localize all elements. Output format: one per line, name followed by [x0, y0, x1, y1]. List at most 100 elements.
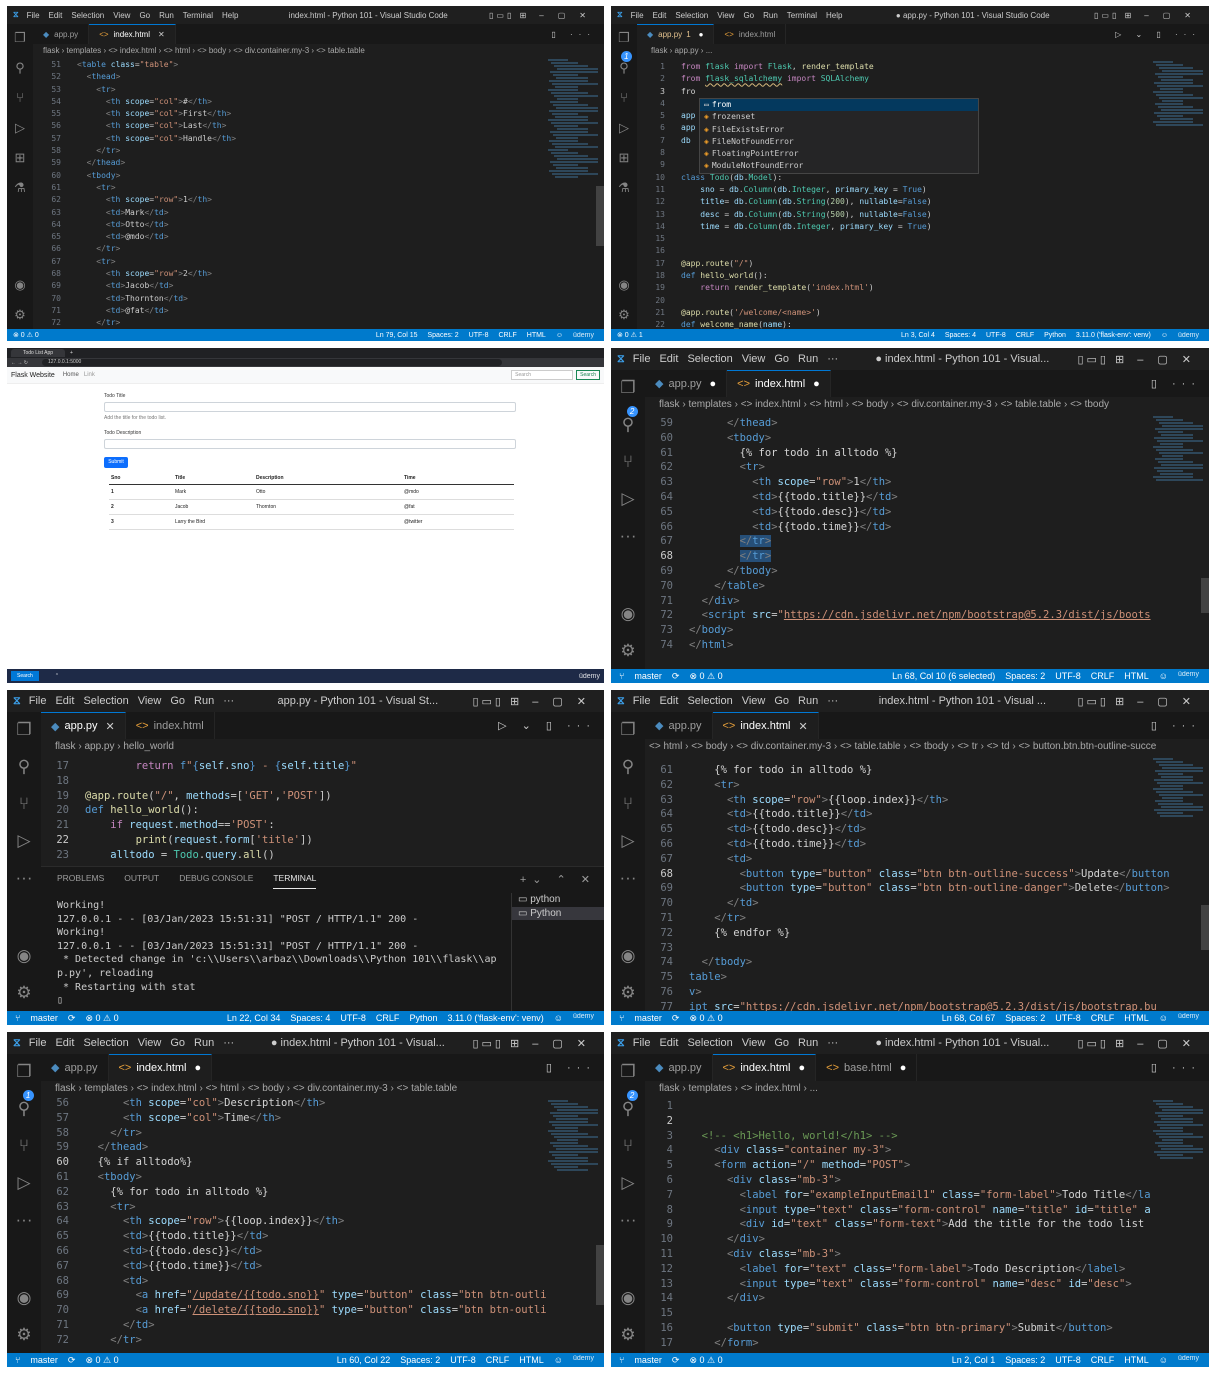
- code-line[interactable]: 2 from flask_sqlalchemy import SQLAlchemy: [637, 73, 1209, 85]
- code-line[interactable]: 8 <input type="text" class="form-control…: [645, 1203, 1209, 1218]
- line-ending[interactable]: CRLF: [498, 332, 516, 339]
- code-editor[interactable]: 61 {% for todo in alltodo %} 62 <tr> 63 <t…: [645, 763, 1209, 1011]
- cursor-position[interactable]: Ln 2, Col 1: [952, 1355, 996, 1365]
- scrollbar[interactable]: [1201, 578, 1209, 613]
- source-control-icon[interactable]: ⑂: [19, 794, 29, 831]
- gear-icon[interactable]: ⚙: [16, 1325, 31, 1345]
- menu-item-edit[interactable]: Edit: [55, 1037, 74, 1049]
- code-line[interactable]: 12 title= db.Column(db.String(200), null…: [637, 196, 1209, 208]
- menu-item-go[interactable]: Go: [170, 1037, 185, 1049]
- code-line[interactable]: 14 </div>: [645, 1291, 1209, 1306]
- code-line[interactable]: 72 {% endfor %}: [645, 926, 1209, 941]
- sync-icon[interactable]: ⟳: [68, 1013, 76, 1024]
- code-line[interactable]: 67 <td>: [645, 852, 1209, 867]
- search-icon[interactable]: ⚲: [15, 60, 25, 90]
- branch-icon[interactable]: ⑂: [619, 1013, 624, 1023]
- search-button[interactable]: Search: [576, 370, 600, 380]
- menu-item-view[interactable]: View: [742, 695, 766, 707]
- code-editor[interactable]: 17 return f"{self.sno} - {self.title}" 18…: [41, 759, 604, 863]
- code-line[interactable]: 13 desc = db.Column(db.String(500), null…: [637, 209, 1209, 221]
- code-line[interactable]: 19 @app.route("/", methods=['GET','POST']…: [41, 789, 604, 804]
- site-brand[interactable]: Flask Website: [11, 372, 55, 379]
- tab-app-py[interactable]: ◆ app.py: [41, 1054, 109, 1081]
- editor-actions[interactable]: ▷ ⌄ ▯ ···: [498, 712, 604, 739]
- gear-icon[interactable]: ⚙: [618, 307, 630, 323]
- source-control-icon[interactable]: ⑂: [623, 1136, 633, 1173]
- menu-more-icon[interactable]: ···: [827, 1037, 838, 1049]
- menu-item-run[interactable]: Run: [194, 695, 214, 707]
- unsaved-dot-icon[interactable]: ●: [195, 1062, 202, 1074]
- cursor-position[interactable]: Ln 68, Col 10 (6 selected): [892, 671, 995, 681]
- submit-button[interactable]: Submit: [104, 457, 128, 468]
- cursor-position[interactable]: Ln 22, Col 34: [227, 1013, 281, 1023]
- run-debug-icon[interactable]: ▷: [621, 489, 634, 526]
- editor-actions[interactable]: ▷ ⌄ ▯ ···: [1115, 24, 1209, 44]
- code-line[interactable]: 63 <tr>: [41, 1200, 604, 1215]
- code-line[interactable]: 68 </tr>: [645, 549, 1209, 564]
- code-line[interactable]: 67 <td>{{todo.time}}</td>: [41, 1259, 604, 1274]
- code-line[interactable]: 55 <th scope="col">First</th>: [33, 108, 604, 120]
- breadcrumb[interactable]: flask › templates › <> index.html › <> h…: [659, 399, 1209, 416]
- encoding[interactable]: UTF-8: [1055, 671, 1081, 681]
- branch-icon[interactable]: ⑂: [619, 1355, 624, 1365]
- chevron-up-icon[interactable]: ⌃: [55, 673, 59, 679]
- extensions-icon[interactable]: ⊞: [619, 150, 630, 180]
- menu-item-edit[interactable]: Edit: [659, 353, 678, 365]
- menu-item-view[interactable]: View: [717, 11, 734, 20]
- account-icon[interactable]: ◉: [621, 604, 636, 641]
- search-icon[interactable]: ⚲: [18, 1099, 30, 1136]
- menu-item-run[interactable]: Run: [194, 1037, 214, 1049]
- code-line[interactable]: 72 <script src="https://cdn.jsdelivr.net…: [645, 608, 1209, 623]
- code-line[interactable]: 5 <form action="/" method="POST">: [645, 1158, 1209, 1173]
- code-line[interactable]: 71 </tr>: [645, 911, 1209, 926]
- browser-tab[interactable]: Todo List App: [11, 349, 66, 357]
- files-icon[interactable]: ❐ 1: [618, 30, 632, 62]
- breadcrumb[interactable]: flask › templates › <> index.html › ...: [659, 1083, 1209, 1100]
- account-icon[interactable]: ◉: [618, 277, 629, 307]
- breadcrumb[interactable]: flask › templates › <> index.html › <> h…: [43, 46, 604, 59]
- indentation[interactable]: Spaces: 2: [1005, 1013, 1045, 1023]
- code-line[interactable]: 53 <tr>: [33, 84, 604, 96]
- tab-index-html[interactable]: <> index.html ●: [108, 1054, 213, 1081]
- minimap[interactable]: [548, 59, 598, 179]
- close-icon[interactable]: ✕: [158, 30, 165, 39]
- code-line[interactable]: 17 </form>: [645, 1336, 1209, 1351]
- code-line[interactable]: 67 </tr>: [645, 534, 1209, 549]
- problems-count[interactable]: ⊗ 0 ⚠ 0: [85, 1355, 118, 1366]
- tab-app-py[interactable]: ◆ app.py ✕: [41, 712, 126, 739]
- menu-item-go[interactable]: Go: [170, 695, 185, 707]
- tab-output[interactable]: OUTPUT: [124, 873, 159, 889]
- indentation[interactable]: Spaces: 4: [945, 332, 976, 339]
- language-mode[interactable]: HTML: [1124, 671, 1149, 681]
- branch-icon[interactable]: ⑂: [619, 671, 624, 681]
- menu-item-selection[interactable]: Selection: [71, 11, 104, 20]
- menu-item-file[interactable]: File: [27, 11, 40, 20]
- menu-item-file[interactable]: File: [633, 695, 651, 707]
- code-editor[interactable]: 56 <th scope="col">Description</th> 57 <t…: [41, 1096, 604, 1353]
- sync-icon[interactable]: ⟳: [672, 671, 680, 682]
- run-debug-icon[interactable]: ▷: [15, 120, 25, 150]
- code-line[interactable]: 54 <th scope="col">#</th>: [33, 96, 604, 108]
- run-debug-icon[interactable]: ▷: [17, 831, 30, 868]
- terminal-python-active[interactable]: ▭ Python: [512, 906, 604, 920]
- source-control-icon[interactable]: ⑂: [623, 452, 633, 489]
- code-line[interactable]: 66 <td>{{todo.time}}</td>: [645, 520, 1209, 535]
- feedback-icon[interactable]: ☺: [554, 1013, 563, 1023]
- code-line[interactable]: 68 <button type="button" class="btn btn-…: [645, 867, 1209, 882]
- menu-bar[interactable]: File Edit Selection View Go Run ···: [29, 695, 244, 707]
- menu-item-go[interactable]: Go: [774, 1037, 789, 1049]
- terminal-output[interactable]: Working! 127.0.0.1 - - [03/Jan/2023 15:51…: [57, 899, 497, 1008]
- menu-item-run[interactable]: Run: [763, 11, 778, 20]
- terminal-python[interactable]: ▭ python: [512, 893, 604, 907]
- code-line[interactable]: 62 <tr>: [645, 778, 1209, 793]
- new-tab-icon[interactable]: +: [70, 350, 73, 356]
- code-line[interactable]: 77 ipt src="https://cdn.jsdelivr.net/npm/…: [645, 1000, 1209, 1011]
- encoding[interactable]: UTF-8: [340, 1013, 366, 1023]
- unsaved-dot-icon[interactable]: ●: [799, 1062, 806, 1074]
- code-line[interactable]: 59 </thead>: [645, 416, 1209, 431]
- scrollbar[interactable]: [596, 1245, 604, 1305]
- code-line[interactable]: 69 <a href="/update/{{todo.sno}}" type="…: [41, 1288, 604, 1303]
- tab-app-py[interactable]: ◆ app.py: [645, 712, 713, 739]
- window-controls[interactable]: –▢✕: [1144, 11, 1205, 20]
- unsaved-dot-icon[interactable]: ●: [900, 1062, 907, 1074]
